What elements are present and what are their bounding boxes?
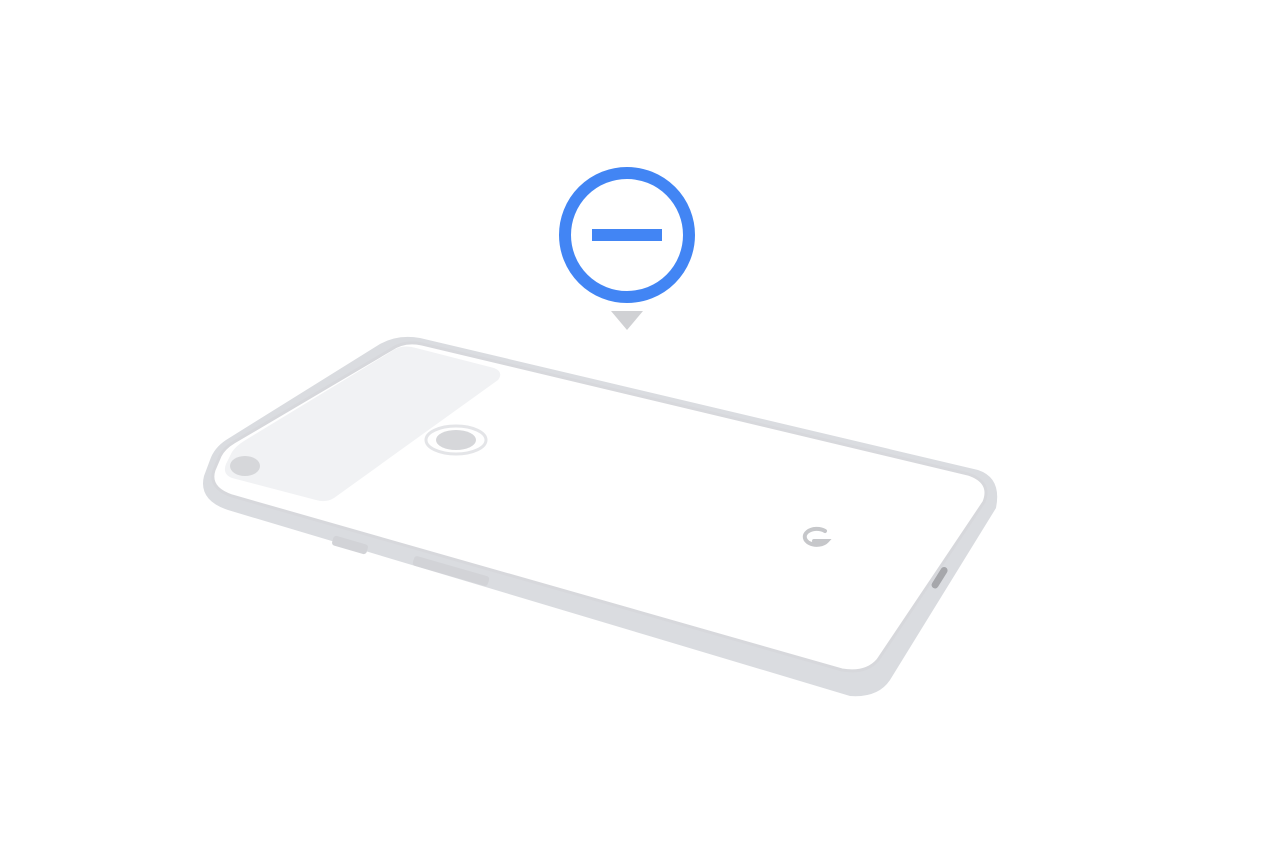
phone-illustration <box>203 167 998 697</box>
fingerprint-sensor <box>424 424 488 456</box>
do-not-disturb-icon <box>559 167 695 303</box>
flash-lens <box>230 456 260 476</box>
dnd-bar <box>592 229 662 241</box>
pointer-triangle-icon <box>611 311 643 330</box>
illustration-stage <box>0 0 1280 844</box>
